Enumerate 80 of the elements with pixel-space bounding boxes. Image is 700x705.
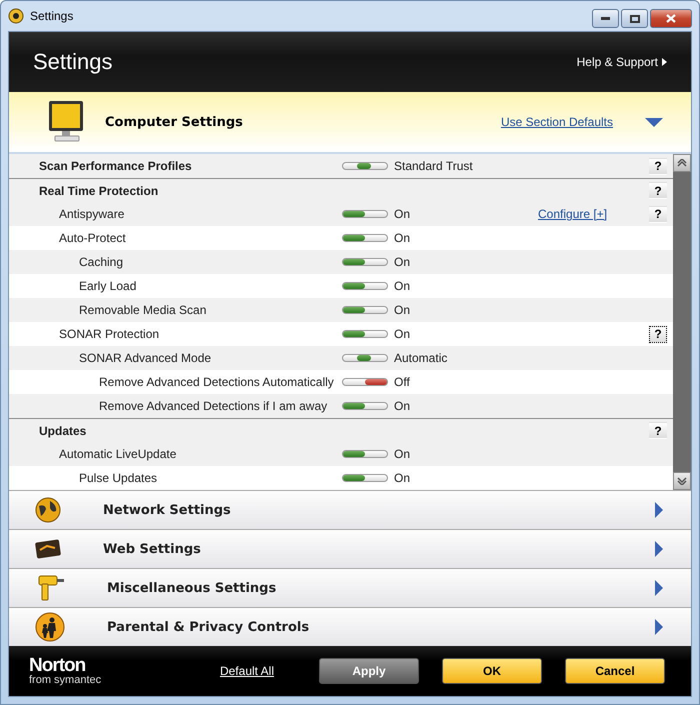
toggle-slider[interactable]	[342, 450, 388, 458]
toggle-slider[interactable]	[342, 330, 388, 338]
toggle-slider[interactable]	[342, 210, 388, 218]
setting-value: On	[394, 207, 412, 221]
app-icon	[8, 8, 24, 24]
double-chevron-up-icon	[677, 159, 687, 167]
secondary-button[interactable]: Apply	[319, 658, 419, 684]
category-row[interactable]: Miscellaneous Settings	[9, 568, 691, 607]
setting-value: On	[394, 279, 412, 293]
minimize-icon	[601, 17, 610, 20]
scroll-down-button[interactable]	[673, 472, 691, 490]
setting-value: Automatic	[394, 351, 448, 365]
group-heading: Real Time Protection	[38, 184, 158, 198]
caret-icon	[662, 58, 667, 66]
setting-label: SONAR Advanced Mode	[78, 351, 212, 365]
help-support-link[interactable]: Help & Support	[576, 55, 667, 69]
setting-label: Remove Advanced Detections Automatically	[98, 375, 334, 389]
help-button[interactable]: ?	[649, 326, 667, 342]
double-chevron-down-icon	[677, 477, 687, 485]
group-heading: Updates	[38, 424, 86, 438]
section-title: Computer Settings	[105, 114, 243, 130]
arrow-right-icon	[655, 541, 663, 557]
arrow-right-icon	[655, 502, 663, 518]
help-button[interactable]: ?	[649, 422, 667, 439]
setting-value: On	[394, 471, 412, 485]
setting-value: Standard Trust	[394, 159, 474, 173]
category-row[interactable]: Web Settings	[9, 529, 691, 568]
setting-label: Removable Media Scan	[78, 303, 206, 317]
scroll-up-button[interactable]	[673, 154, 691, 172]
setting-label: Auto-Protect	[58, 231, 126, 245]
toggle-slider[interactable]	[342, 402, 388, 410]
arrow-right-icon	[655, 580, 663, 596]
use-section-defaults-link[interactable]: Use Section Defaults	[500, 115, 613, 129]
toggle-slider[interactable]	[342, 162, 388, 170]
setting-value: Off	[394, 375, 411, 389]
globe-icon	[35, 497, 61, 523]
close-icon	[666, 14, 676, 23]
setting-value: On	[394, 255, 412, 269]
primary-button[interactable]: Cancel	[565, 658, 665, 684]
maximize-button[interactable]	[621, 9, 648, 28]
toggle-slider[interactable]	[342, 474, 388, 482]
toggle-slider[interactable]	[342, 282, 388, 290]
maximize-icon	[630, 14, 640, 22]
toggle-slider[interactable]	[342, 258, 388, 266]
help-button[interactable]: ?	[649, 206, 667, 222]
setting-label: Automatic LiveUpdate	[58, 447, 176, 461]
family-icon	[35, 612, 65, 642]
arrow-right-icon	[655, 619, 663, 635]
setting-value: On	[394, 327, 412, 341]
minimize-button[interactable]	[592, 9, 619, 28]
setting-value: On	[394, 231, 412, 245]
close-button[interactable]	[650, 9, 692, 28]
page-title: Settings	[33, 49, 112, 75]
primary-button[interactable]: OK	[442, 658, 542, 684]
setting-label: Antispyware	[58, 207, 124, 221]
scrollbar[interactable]	[673, 154, 691, 490]
logo-tagline: from symantec	[29, 675, 102, 686]
toggle-slider[interactable]	[342, 234, 388, 242]
window-title: Settings	[30, 9, 74, 23]
setting-label: Pulse Updates	[78, 471, 158, 485]
help-button[interactable]: ?	[649, 182, 667, 199]
setting-value: On	[394, 447, 412, 461]
toggle-slider[interactable]	[342, 378, 388, 386]
group-heading: Scan Performance Profiles	[38, 159, 192, 173]
toggle-slider[interactable]	[342, 306, 388, 314]
category-row[interactable]: Network Settings	[9, 490, 691, 529]
setting-label: SONAR Protection	[58, 327, 160, 341]
configure-link[interactable]: Configure [+]	[538, 207, 608, 221]
collapse-arrow-icon[interactable]	[645, 118, 663, 126]
help-button[interactable]: ?	[649, 158, 667, 174]
setting-label: Remove Advanced Detections if I am away	[98, 399, 328, 413]
setting-label: Early Load	[78, 279, 136, 293]
setting-value: On	[394, 399, 412, 413]
setting-label: Caching	[78, 255, 124, 269]
setting-value: On	[394, 303, 412, 317]
norton-logo: Norton	[29, 656, 86, 675]
card-icon	[35, 538, 61, 560]
category-row[interactable]: Parental & Privacy Controls	[9, 607, 691, 646]
toggle-slider[interactable]	[342, 354, 388, 362]
default-all-link[interactable]: Default All	[220, 664, 274, 678]
